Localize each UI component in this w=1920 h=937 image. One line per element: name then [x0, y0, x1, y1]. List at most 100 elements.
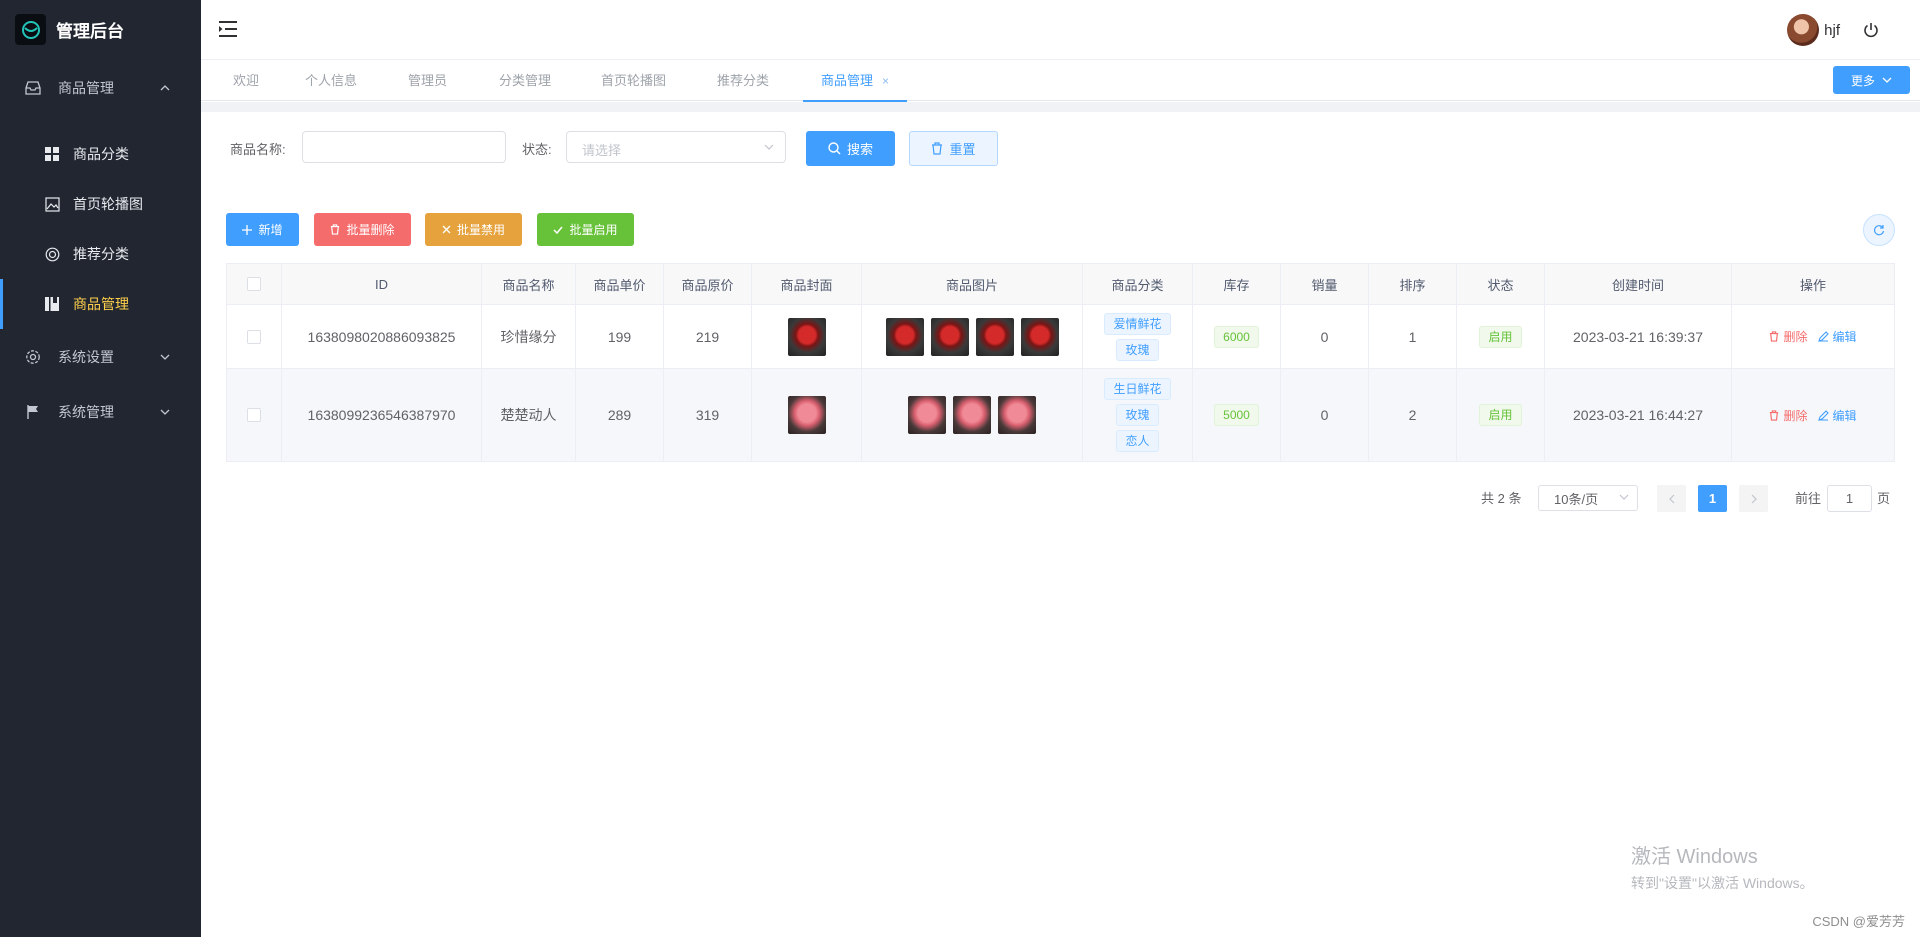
page-number-button[interactable]: 1 [1698, 485, 1727, 512]
cell-cover [752, 305, 862, 368]
cell-created: 2023-03-21 16:44:27 [1545, 369, 1732, 461]
menu-group-goods[interactable]: 商品管理 [0, 59, 201, 116]
tab-welcome[interactable]: 欢迎 [233, 61, 259, 101]
inbox-icon [24, 79, 42, 97]
tab-goods[interactable]: 商品管理 × [802, 61, 908, 102]
cell-stock: 5000 [1193, 369, 1281, 461]
chevron-right-icon [1751, 494, 1757, 503]
cell-price: 289 [576, 369, 664, 461]
close-icon[interactable]: × [882, 74, 889, 88]
batch-enable-button[interactable]: 批量启用 [537, 213, 634, 246]
cell-sort: 2 [1369, 369, 1457, 461]
menu-group-label: 系统管理 [58, 403, 114, 420]
column-header: ID [282, 264, 482, 304]
cell-images [862, 369, 1083, 461]
product-image[interactable] [1020, 317, 1059, 356]
search-button[interactable]: 搜索 [806, 131, 895, 166]
sidebar-item-goods[interactable]: 商品管理 [0, 279, 201, 329]
cell-created: 2023-03-21 16:39:37 [1545, 305, 1732, 368]
username[interactable]: hjf [1824, 22, 1840, 39]
cell-categories: 生日鲜花 玫瑰 恋人 [1083, 369, 1193, 461]
tab-profile[interactable]: 个人信息 [305, 61, 357, 101]
column-header: 商品单价 [576, 264, 664, 304]
product-image[interactable] [885, 317, 924, 356]
status-label: 状态: [522, 142, 552, 157]
cover-image[interactable] [787, 396, 826, 434]
select-all-checkbox[interactable] [247, 277, 261, 291]
column-header: 商品名称 [482, 264, 576, 304]
cover-image[interactable] [787, 317, 826, 356]
cell-id: 1638099236546387970 [282, 369, 482, 461]
content-divider [201, 102, 1920, 112]
edit-icon [1817, 331, 1829, 342]
more-button[interactable]: 更多 [1833, 66, 1910, 94]
batch-disable-button[interactable]: 批量禁用 [425, 213, 522, 246]
menu-group-settings[interactable]: 系统设置 [0, 329, 201, 384]
cell-categories: 爱情鲜花 玫瑰 [1083, 305, 1193, 368]
chevron-up-icon [160, 84, 170, 90]
refresh-button[interactable] [1863, 214, 1895, 246]
credit-text: CSDN @爱芳芳 [1812, 914, 1905, 929]
cell-actions: 删除 编辑 [1732, 305, 1894, 368]
status-badge: 启用 [1479, 325, 1522, 348]
product-image[interactable] [953, 396, 991, 434]
product-image[interactable] [908, 396, 946, 434]
product-image[interactable] [930, 317, 969, 356]
tabs-bar: 欢迎 个人信息 管理员 分类管理 首页轮播图 推荐分类 商品管理 × 更多 [201, 61, 1920, 102]
cell-id: 1638098020886093825 [282, 305, 482, 368]
sidebar-item-category[interactable]: 商品分类 [0, 129, 201, 179]
product-image[interactable] [975, 317, 1014, 356]
cell-cover [752, 369, 862, 461]
column-header: 库存 [1193, 264, 1281, 304]
prev-page-button[interactable] [1657, 485, 1686, 512]
column-header: 排序 [1369, 264, 1457, 304]
menu-fold-icon[interactable] [219, 20, 239, 38]
tab-admin[interactable]: 管理员 [408, 61, 447, 101]
cell-price: 199 [576, 305, 664, 368]
goto-suffix: 页 [1877, 491, 1891, 506]
refresh-icon [1873, 225, 1885, 236]
chevron-down-icon [1882, 77, 1892, 83]
menu-group-label: 商品管理 [58, 79, 114, 96]
avatar[interactable] [1787, 14, 1820, 46]
cell-sales: 0 [1281, 305, 1369, 368]
sidebar-item-recommend[interactable]: 推荐分类 [0, 229, 201, 279]
tab-category[interactable]: 分类管理 [499, 61, 551, 101]
row-checkbox[interactable] [247, 329, 261, 344]
delete-button[interactable]: 删除 [1769, 407, 1808, 424]
delete-button[interactable]: 删除 [1769, 328, 1808, 345]
tab-carousel[interactable]: 首页轮播图 [601, 61, 666, 101]
trash-icon [331, 224, 340, 235]
cell-orig-price: 319 [664, 369, 752, 461]
edit-button[interactable]: 编辑 [1817, 328, 1857, 345]
power-icon[interactable] [1862, 21, 1880, 39]
goods-table: ID 商品名称 商品单价 商品原价 商品封面 商品图片 商品分类 库存 销量 排… [226, 263, 1895, 462]
goto-page-input[interactable]: 1 [1827, 485, 1872, 512]
status-select[interactable]: 请选择 [566, 131, 786, 163]
edit-button[interactable]: 编辑 [1817, 407, 1857, 424]
reset-button[interactable]: 重置 [909, 131, 998, 166]
next-page-button[interactable] [1739, 485, 1768, 512]
logo: 管理后台 [0, 0, 201, 59]
category-tag: 玫瑰 [1116, 404, 1159, 426]
image-icon [44, 196, 60, 212]
column-header: 商品原价 [664, 264, 752, 304]
batch-delete-button[interactable]: 批量删除 [314, 213, 411, 246]
sidebar-item-carousel[interactable]: 首页轮播图 [0, 179, 201, 229]
cell-stock: 6000 [1193, 305, 1281, 368]
gear-icon [24, 348, 42, 366]
pagination-total: 共 2 条 [1481, 491, 1522, 506]
trash-icon [1770, 331, 1779, 342]
add-button[interactable]: 新增 [226, 213, 299, 246]
menu-group-system[interactable]: 系统管理 [0, 384, 201, 439]
user-area: hjf [1787, 14, 1880, 46]
stock-badge: 6000 [1214, 325, 1259, 348]
tab-recommend[interactable]: 推荐分类 [717, 61, 769, 101]
row-checkbox[interactable] [247, 408, 261, 422]
goto-label: 前往 [1795, 491, 1822, 506]
page-size-select[interactable]: 10条/页 [1538, 485, 1638, 511]
cell-name: 楚楚动人 [482, 369, 576, 461]
product-image[interactable] [998, 396, 1036, 434]
name-input[interactable] [302, 131, 506, 163]
check-icon [553, 226, 564, 234]
